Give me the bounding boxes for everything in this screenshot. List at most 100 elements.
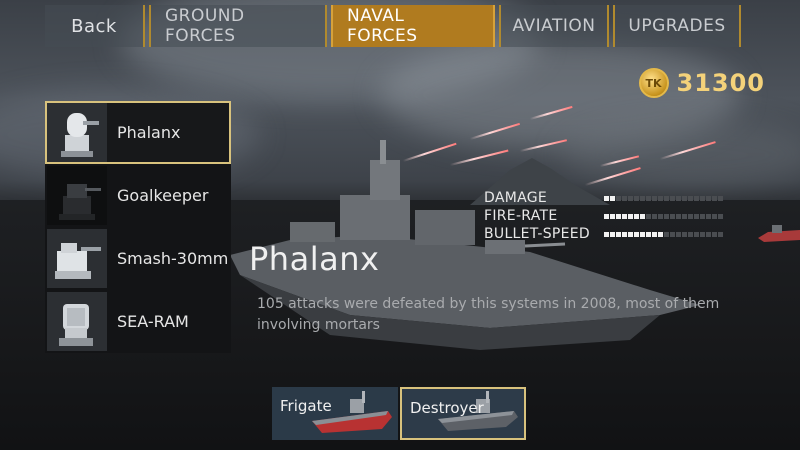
stat-segment <box>694 213 699 219</box>
stat-segment <box>682 195 687 201</box>
stat-segment <box>682 231 687 237</box>
stat-segment <box>664 213 669 219</box>
stat-segment <box>688 231 693 237</box>
stat-segment <box>694 231 699 237</box>
stat-segment <box>616 213 621 219</box>
stat-segment <box>718 231 723 237</box>
stat-segment <box>688 213 693 219</box>
stat-segment <box>670 195 675 201</box>
stat-segment <box>610 213 615 219</box>
stat-segment <box>676 195 681 201</box>
weapon-label: Phalanx <box>117 123 181 142</box>
stat-segment <box>658 213 663 219</box>
top-nav: Back GROUND FORCES NAVAL FORCES AVIATION… <box>45 5 741 47</box>
stat-segment <box>664 195 669 201</box>
stat-segment <box>706 195 711 201</box>
stat-segment <box>640 195 645 201</box>
weapon-item-smash-30mm[interactable]: Smash-30mm <box>45 227 231 290</box>
stat-segment <box>664 231 669 237</box>
weapon-list: Phalanx Goalkeeper Smash-30mm SEA-RAM <box>45 101 231 353</box>
tab-aviation[interactable]: AVIATION <box>499 5 609 47</box>
coin-icon: TK <box>638 68 669 98</box>
weapon-label: Smash-30mm <box>117 249 229 268</box>
stat-label: BULLET-SPEED <box>484 226 591 242</box>
stat-segment <box>622 231 627 237</box>
coin-amount: 31300 <box>676 69 765 97</box>
ship-label: Frigate <box>280 397 332 415</box>
weapon-item-goalkeeper[interactable]: Goalkeeper <box>45 164 231 227</box>
stat-segment <box>616 195 621 201</box>
stat-segment <box>706 231 711 237</box>
distant-ship <box>758 225 800 242</box>
stat-segment <box>616 231 621 237</box>
stat-row-bullet-speed: BULLET-SPEED <box>484 225 723 243</box>
stat-segment <box>604 231 609 237</box>
weapon-item-phalanx[interactable]: Phalanx <box>45 101 231 164</box>
tab-naval-forces[interactable]: NAVAL FORCES <box>331 5 495 47</box>
back-button[interactable]: Back <box>45 5 145 47</box>
stat-segment <box>634 231 639 237</box>
phalanx-turret-icon <box>47 103 107 162</box>
stat-segment <box>694 195 699 201</box>
stat-segment <box>670 231 675 237</box>
stat-segment <box>646 231 651 237</box>
stat-bar <box>604 213 723 219</box>
stat-segment <box>700 213 705 219</box>
stat-row-fire-rate: FIRE-RATE <box>484 207 723 225</box>
stat-segment <box>652 231 657 237</box>
stat-segment <box>658 195 663 201</box>
weapon-stats: DAMAGE FIRE-RATE BULLET-SPEED <box>484 189 723 243</box>
stat-row-damage: DAMAGE <box>484 189 723 207</box>
stat-segment <box>646 195 651 201</box>
stat-segment <box>640 231 645 237</box>
stat-segment <box>622 213 627 219</box>
smash-turret-icon <box>47 229 107 288</box>
stat-segment <box>670 213 675 219</box>
weapon-item-sea-ram[interactable]: SEA-RAM <box>45 290 231 353</box>
weapon-label: Goalkeeper <box>117 186 209 205</box>
stat-segment <box>610 231 615 237</box>
stat-segment <box>652 195 657 201</box>
ship-label: Destroyer <box>410 399 484 417</box>
stat-segment <box>658 231 663 237</box>
stat-segment <box>652 213 657 219</box>
weapon-description: 105 attacks were defeated by this system… <box>257 296 720 333</box>
stat-bar <box>604 231 723 237</box>
stat-segment <box>676 213 681 219</box>
stat-segment <box>628 213 633 219</box>
stat-segment <box>622 195 627 201</box>
stat-segment <box>706 213 711 219</box>
ship-item-frigate[interactable]: Frigate <box>272 387 398 440</box>
stat-segment <box>718 213 723 219</box>
stat-segment <box>634 195 639 201</box>
stat-segment <box>682 213 687 219</box>
ship-item-destroyer[interactable]: Destroyer <box>400 387 526 440</box>
stat-segment <box>628 231 633 237</box>
tab-upgrades[interactable]: UPGRADES <box>613 5 741 47</box>
stat-segment <box>718 195 723 201</box>
stat-segment <box>640 213 645 219</box>
stat-segment <box>712 213 717 219</box>
stat-segment <box>712 231 717 237</box>
stat-segment <box>646 213 651 219</box>
tab-ground-forces[interactable]: GROUND FORCES <box>149 5 327 47</box>
stat-segment <box>712 195 717 201</box>
stat-segment <box>610 195 615 201</box>
stat-bar <box>604 195 723 201</box>
stat-label: FIRE-RATE <box>484 208 558 224</box>
stat-label: DAMAGE <box>484 190 548 206</box>
stat-segment <box>700 231 705 237</box>
stat-segment <box>604 213 609 219</box>
sea-ram-launcher-icon <box>47 292 107 351</box>
stat-segment <box>688 195 693 201</box>
ship-selector: Frigate Destroyer <box>272 387 526 440</box>
goalkeeper-turret-icon <box>47 166 107 225</box>
currency-display: TK 31300 <box>638 68 766 98</box>
stat-segment <box>676 231 681 237</box>
weapon-title: Phalanx <box>249 240 380 278</box>
stat-segment <box>604 195 609 201</box>
stat-segment <box>634 213 639 219</box>
stat-segment <box>628 195 633 201</box>
weapon-label: SEA-RAM <box>117 312 189 331</box>
stat-segment <box>700 195 705 201</box>
